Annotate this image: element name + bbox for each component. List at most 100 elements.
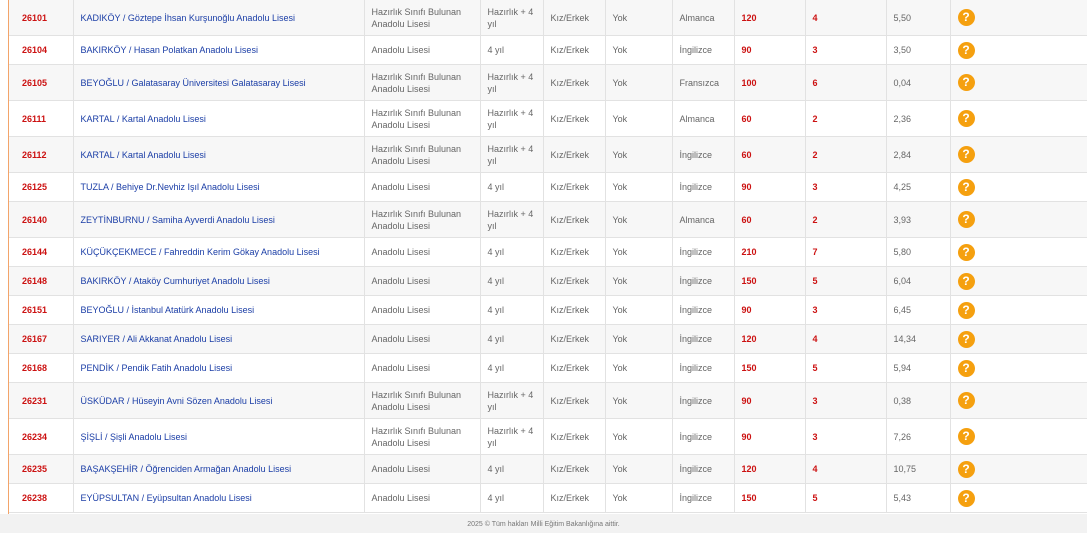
school-name-link[interactable]: BEYOĞLU / İstanbul Atatürk Anadolu Lises… [73, 295, 365, 325]
school-code: 26101 [9, 0, 74, 36]
school-code: 26125 [9, 172, 74, 202]
info-cell: ? [950, 324, 1087, 354]
question-icon[interactable]: ? [957, 392, 975, 409]
extra-quota: 5 [805, 266, 887, 296]
school-name-link[interactable]: SARIYER / Ali Akkanat Anadolu Lisesi [73, 324, 365, 354]
school-type: Anadolu Lisesi [364, 454, 481, 484]
gender: Kız/Erkek [543, 136, 606, 173]
school-type: Anadolu Lisesi [364, 237, 481, 267]
pansiyon: Yok [605, 136, 673, 173]
info-cell: ? [950, 35, 1087, 65]
school-name-link[interactable]: BAKIRKÖY / Ataköy Cumhuriyet Anadolu Lis… [73, 266, 365, 296]
pansiyon: Yok [605, 35, 673, 65]
pansiyon: Yok [605, 382, 673, 419]
info-cell: ? [950, 418, 1087, 455]
pansiyon: Yok [605, 483, 673, 513]
extra-quota: 6 [805, 64, 887, 101]
question-icon[interactable]: ? [957, 146, 975, 163]
gender: Kız/Erkek [543, 201, 606, 238]
extra-quota: 3 [805, 418, 887, 455]
school-name-link[interactable]: ŞİŞLİ / Şişli Anadolu Lisesi [73, 418, 365, 455]
education-duration: Hazırlık + 4 yıl [480, 201, 544, 238]
education-duration: Hazırlık + 4 yıl [480, 0, 544, 36]
gender: Kız/Erkek [543, 454, 606, 484]
quota: 120 [734, 0, 806, 36]
school-name-link[interactable]: PENDİK / Pendik Fatih Anadolu Lisesi [73, 353, 365, 383]
question-icon[interactable]: ? [957, 211, 975, 228]
score: 3,93 [886, 201, 951, 238]
foreign-language: İngilizce [672, 483, 735, 513]
question-icon[interactable]: ? [957, 272, 975, 290]
school-name-link[interactable]: BEYOĞLU / Galatasaray Üniversitesi Galat… [73, 64, 365, 101]
school-code: 26105 [9, 64, 74, 101]
extra-quota: 7 [805, 237, 887, 267]
school-name-link[interactable]: EYÜPSULTAN / Eyüpsultan Anadolu Lisesi [73, 483, 365, 513]
school-name-link[interactable]: ZEYTİNBURNU / Samiha Ayverdi Anadolu Lis… [73, 201, 365, 238]
score: 0,38 [886, 382, 951, 419]
school-name-link[interactable]: ÜSKÜDAR / Hüseyin Avni Sözen Anadolu Lis… [73, 382, 365, 419]
school-type: Anadolu Lisesi [364, 35, 481, 65]
education-duration: 4 yıl [480, 483, 544, 513]
school-name-link[interactable]: KARTAL / Kartal Anadolu Lisesi [73, 136, 365, 173]
extra-quota: 2 [805, 201, 887, 238]
question-icon[interactable]: ? [957, 9, 975, 26]
school-code: 26151 [9, 295, 74, 325]
school-code: 26144 [9, 237, 74, 267]
quota: 90 [734, 382, 806, 419]
gender: Kız/Erkek [543, 0, 606, 36]
pansiyon: Yok [605, 237, 673, 267]
score: 5,80 [886, 237, 951, 267]
question-icon[interactable]: ? [957, 41, 975, 59]
foreign-language: İngilizce [672, 35, 735, 65]
education-duration: 4 yıl [480, 172, 544, 202]
question-icon[interactable]: ? [957, 489, 975, 507]
extra-quota: 2 [805, 136, 887, 173]
gender: Kız/Erkek [543, 418, 606, 455]
score: 5,50 [886, 0, 951, 36]
school-name-link[interactable]: KADIKÖY / Göztepe İhsan Kurşunoğlu Anado… [73, 0, 365, 36]
gender: Kız/Erkek [543, 295, 606, 325]
question-icon[interactable]: ? [957, 243, 975, 261]
school-name-link[interactable]: KARTAL / Kartal Anadolu Lisesi [73, 100, 365, 137]
pansiyon: Yok [605, 454, 673, 484]
pansiyon: Yok [605, 64, 673, 101]
question-icon[interactable]: ? [957, 301, 975, 319]
question-icon[interactable]: ? [957, 460, 975, 478]
school-code: 26235 [9, 454, 74, 484]
school-code: 26234 [9, 418, 74, 455]
question-icon[interactable]: ? [957, 428, 975, 445]
school-name-link[interactable]: TUZLA / Behiye Dr.Nevhiz Işıl Anadolu Li… [73, 172, 365, 202]
info-cell: ? [950, 201, 1087, 238]
table-row: 26235 BAŞAKŞEHİR / Öğrenciden Armağan Ana… [9, 454, 1087, 484]
table-row: 26168 PENDİK / Pendik Fatih Anadolu Lises… [9, 353, 1087, 383]
question-icon[interactable]: ? [957, 110, 975, 127]
education-duration: 4 yıl [480, 454, 544, 484]
gender: Kız/Erkek [543, 100, 606, 137]
score: 14,34 [886, 324, 951, 354]
gender: Kız/Erkek [543, 382, 606, 419]
school-name-link[interactable]: KÜÇÜKÇEKMECE / Fahreddin Kerim Gökay Ana… [73, 237, 365, 267]
info-cell: ? [950, 382, 1087, 419]
school-name-link[interactable]: BAKIRKÖY / Hasan Polatkan Anadolu Lisesi [73, 35, 365, 65]
score: 6,04 [886, 266, 951, 296]
foreign-language: İngilizce [672, 418, 735, 455]
education-duration: Hazırlık + 4 yıl [480, 382, 544, 419]
school-name-link[interactable]: BAŞAKŞEHİR / Öğrenciden Armağan Anadolu … [73, 454, 365, 484]
school-type: Anadolu Lisesi [364, 172, 481, 202]
question-icon[interactable]: ? [957, 178, 975, 196]
foreign-language: İngilizce [672, 237, 735, 267]
question-icon[interactable]: ? [957, 359, 975, 377]
score: 5,94 [886, 353, 951, 383]
question-icon[interactable]: ? [957, 330, 975, 348]
info-cell: ? [950, 454, 1087, 484]
question-icon[interactable]: ? [957, 74, 975, 91]
score: 2,84 [886, 136, 951, 173]
education-duration: 4 yıl [480, 266, 544, 296]
school-type: Anadolu Lisesi [364, 483, 481, 513]
education-duration: 4 yıl [480, 324, 544, 354]
info-cell: ? [950, 172, 1087, 202]
gender: Kız/Erkek [543, 172, 606, 202]
extra-quota: 3 [805, 35, 887, 65]
pansiyon: Yok [605, 100, 673, 137]
table-row: 26104 BAKIRKÖY / Hasan Polatkan Anadolu L… [9, 35, 1087, 65]
